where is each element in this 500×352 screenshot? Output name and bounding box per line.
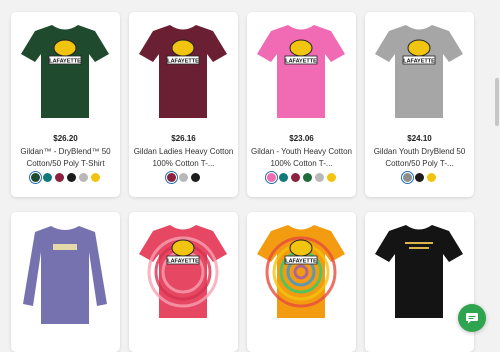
product-name[interactable]: Gildan - Youth Heavy Cotton 100% Cotton … [251,146,352,170]
color-swatch[interactable] [401,171,414,184]
color-swatch[interactable] [67,173,76,182]
product-image[interactable]: LAFAYETTE [129,212,238,333]
color-swatch[interactable] [43,173,52,182]
product-card[interactable] [11,212,120,352]
jaguar-head [171,39,195,57]
logo-text: LAFAYETTE [49,59,81,65]
color-swatch[interactable] [191,173,200,182]
color-swatch[interactable] [415,173,424,182]
product-card[interactable] [365,212,474,352]
chat-button[interactable] [458,304,486,332]
logo-text: LAFAYETTE [403,59,435,65]
tshirt-image: LAFAYETTE [257,225,345,318]
product-card[interactable]: LAFAYETTE $24.10 Gildan Youth DryBlend 5… [365,12,474,197]
color-swatch[interactable] [179,173,188,182]
jaguar-head [289,239,313,257]
product-price: $24.10 [407,134,432,143]
product-image[interactable]: LAFAYETTE [11,12,120,124]
color-swatches [247,171,356,184]
tshirt-body [375,25,463,118]
color-swatch[interactable] [291,173,300,182]
product-name[interactable]: Gildan™ - DryBlend™ 50 Cotton/50 Poly T-… [15,146,116,170]
product-image[interactable] [11,212,120,333]
tshirt-image: LAFAYETTE [139,25,227,118]
logo-text: LAFAYETTE [285,259,317,265]
product-card[interactable]: LAFAYETTE $26.16 Gildan Ladies Heavy Cot… [129,12,238,197]
product-image[interactable]: LAFAYETTE [247,12,356,124]
color-swatches [11,171,120,184]
product-image[interactable]: LAFAYETTE [129,12,238,124]
tshirt-body [21,25,109,118]
tshirt-image: LAFAYETTE [257,25,345,118]
product-image[interactable]: LAFAYETTE [247,212,356,333]
color-swatch[interactable] [315,173,324,182]
scrollbar-thumb[interactable] [495,78,499,126]
jaguar-head [407,39,431,57]
page-scrollbar[interactable] [494,0,500,333]
tshirt-image: LAFAYETTE [139,225,227,318]
product-price: $26.16 [171,134,196,143]
product-price: $23.06 [289,134,314,143]
color-swatch[interactable] [303,173,312,182]
jaguar-head [171,239,195,257]
logo-text: LAFAYETTE [167,259,199,265]
chat-bubble-icon [466,313,478,324]
color-swatch[interactable] [279,173,288,182]
tshirt-image: LAFAYETTE [375,25,463,118]
color-swatch[interactable] [427,173,436,182]
tshirt-body [257,25,345,118]
jaguar-head [289,39,313,57]
color-swatch[interactable] [327,173,336,182]
tshirt-image: LAFAYETTE [21,25,109,118]
color-swatch[interactable] [55,173,64,182]
gold-print-line [405,242,433,244]
color-swatches [365,171,474,184]
tshirt-image [23,226,107,324]
product-price: $26.20 [53,134,78,143]
product-image[interactable]: LAFAYETTE [365,12,474,124]
product-name[interactable]: Gildan Youth DryBlend 50 Cotton/50 Poly … [369,146,470,170]
small-print [53,244,77,250]
tshirt-body [375,225,463,318]
color-swatches [129,171,238,184]
color-swatch[interactable] [79,173,88,182]
product-card[interactable]: LAFAYETTE [129,212,238,352]
color-swatch[interactable] [165,171,178,184]
product-grid: LAFAYETTE $26.20 Gildan™ - DryBlend™ 50 … [0,0,500,352]
product-card[interactable]: LAFAYETTE $26.20 Gildan™ - DryBlend™ 50 … [11,12,120,197]
product-name[interactable]: Gildan Ladies Heavy Cotton 100% Cotton T… [133,146,234,170]
jaguar-head [53,39,77,57]
product-card[interactable]: LAFAYETTE $23.06 Gildan - Youth Heavy Co… [247,12,356,197]
color-swatch[interactable] [91,173,100,182]
color-swatch[interactable] [265,171,278,184]
color-swatch[interactable] [29,171,42,184]
gold-print-line [409,247,429,249]
logo-text: LAFAYETTE [285,59,317,65]
tshirt-body [139,25,227,118]
logo-text: LAFAYETTE [167,59,199,65]
product-card[interactable]: LAFAYETTE [247,212,356,352]
tshirt-body [23,226,107,324]
